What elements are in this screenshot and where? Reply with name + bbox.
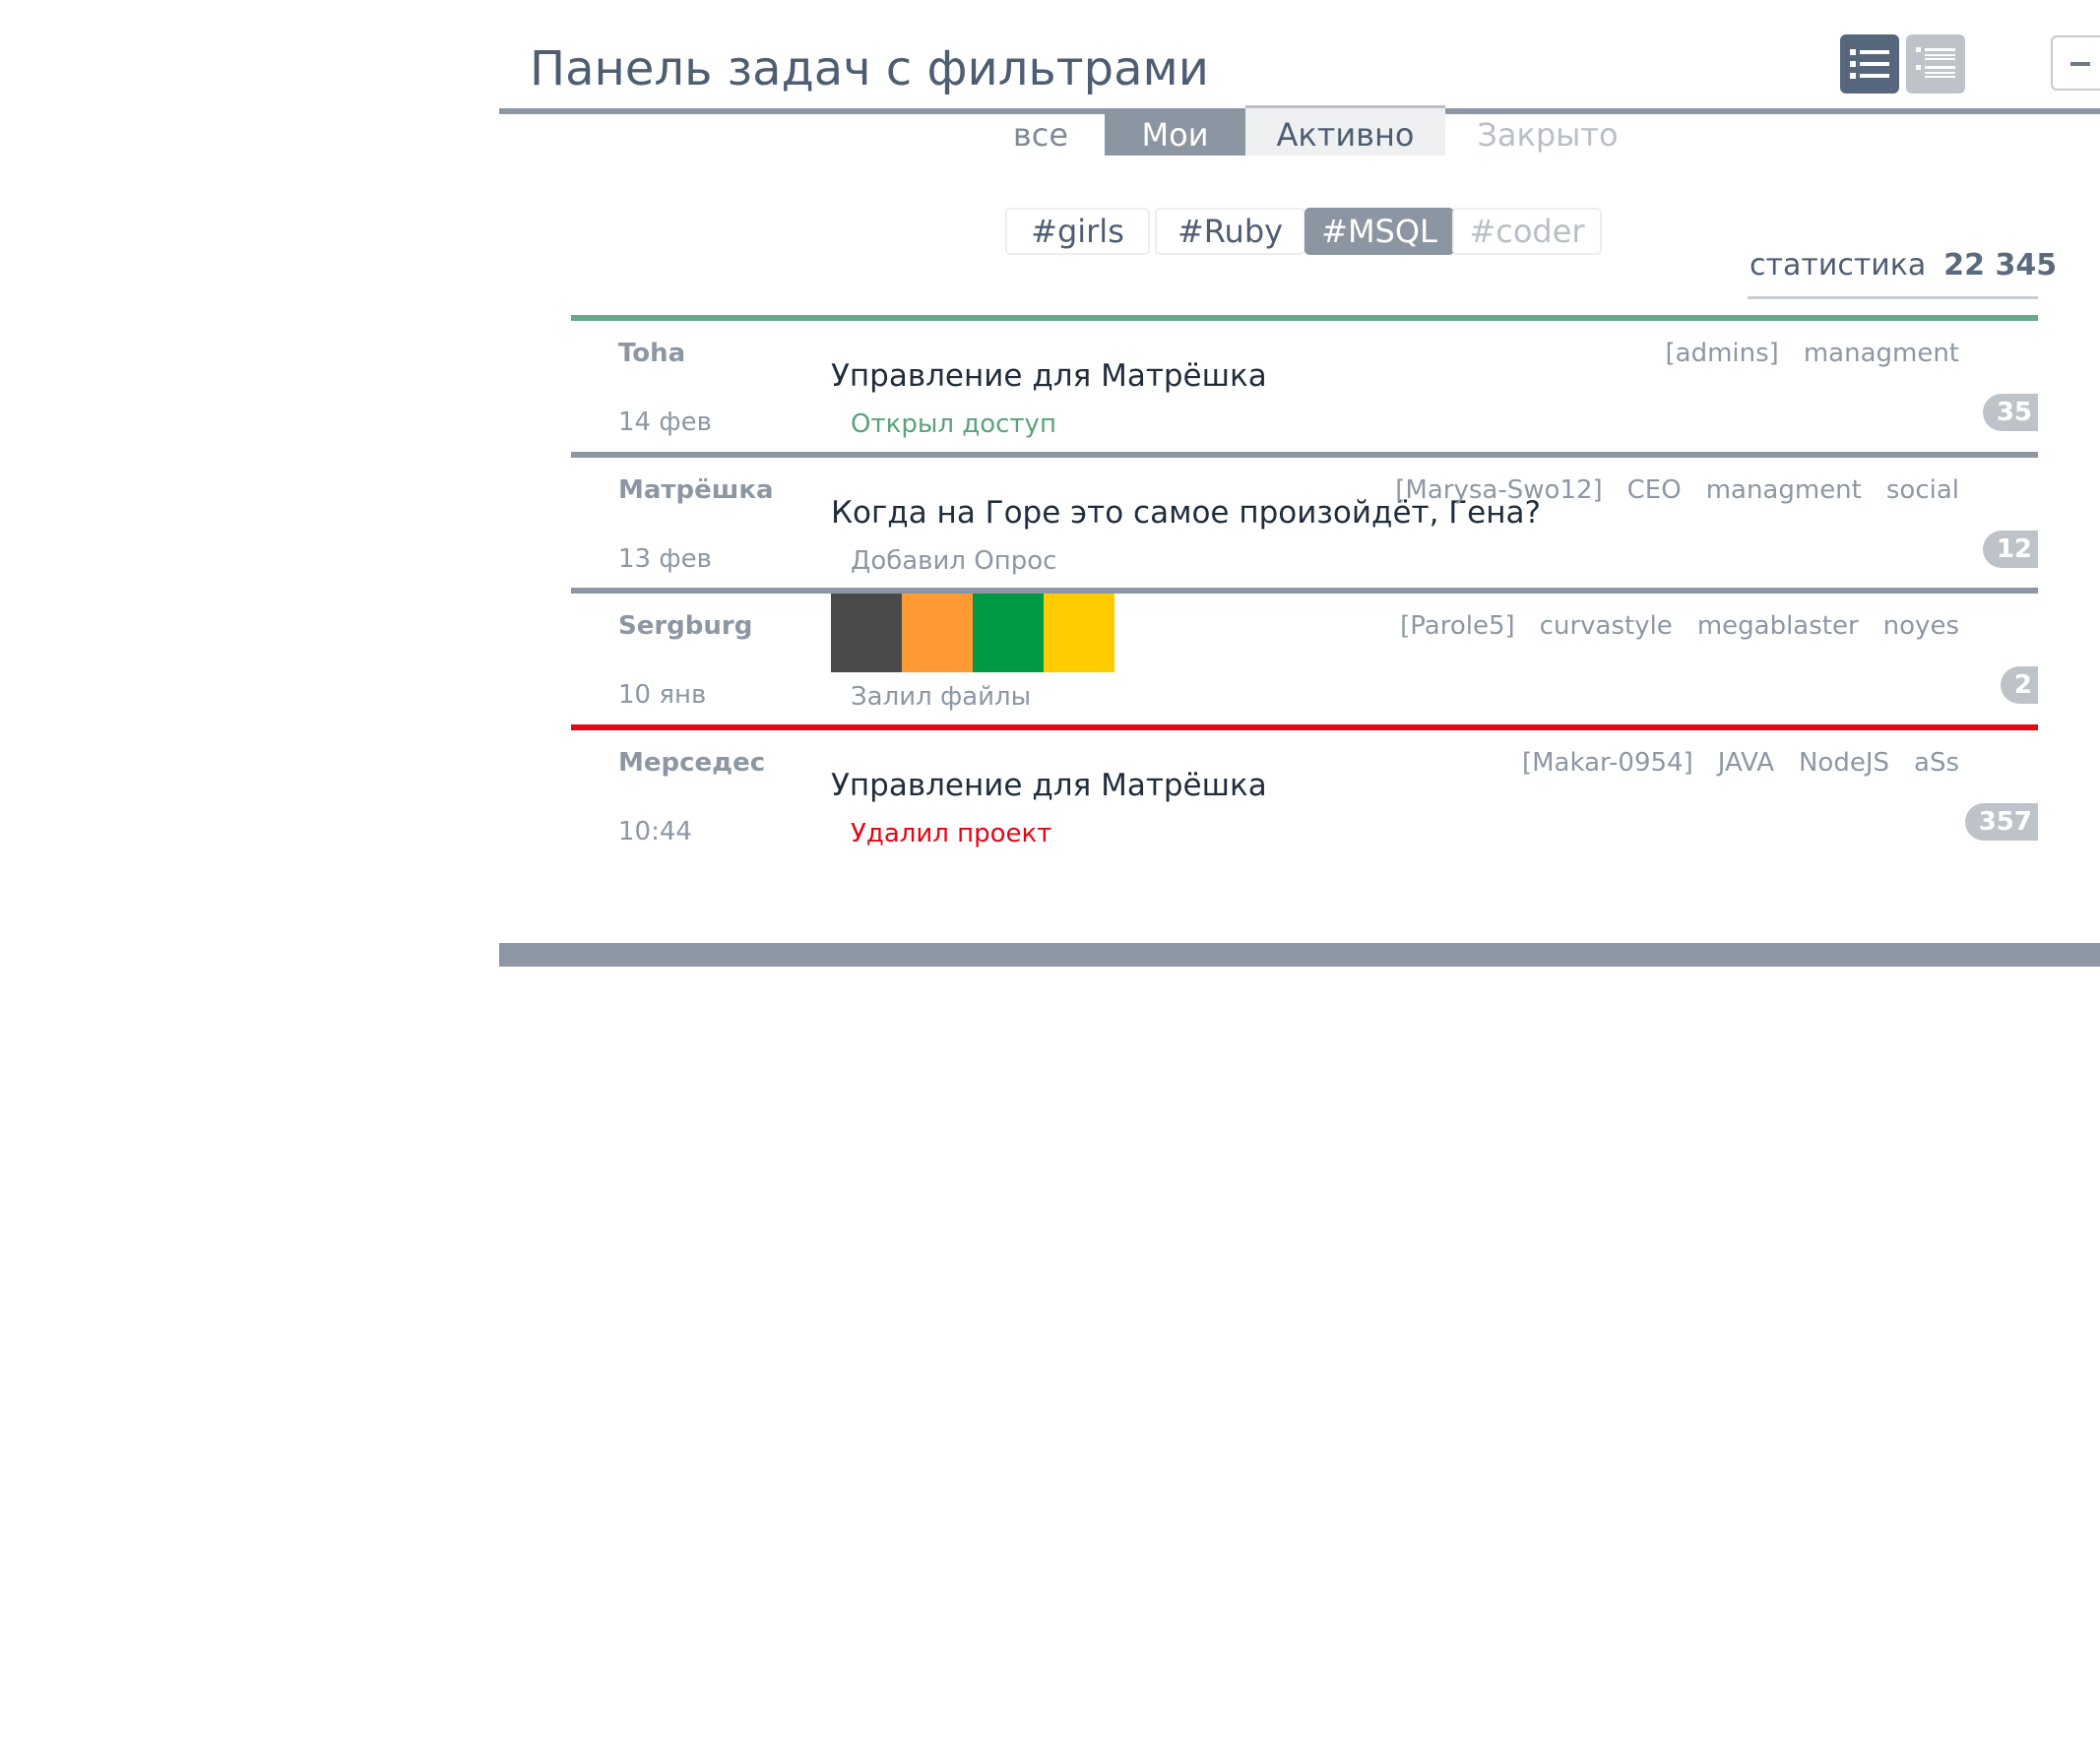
task-tags: [Marysa-Swo12] CEO managment social	[1395, 475, 1959, 505]
task-tag[interactable]: aSs	[1914, 748, 1959, 778]
task-title[interactable]: Управление для Матрёшка	[831, 358, 1267, 394]
task-tag[interactable]: NodeJS	[1799, 748, 1889, 778]
detail-list-icon	[1916, 47, 1955, 78]
task-tag[interactable]: JAVA	[1718, 748, 1774, 778]
list-view-button[interactable]	[1840, 34, 1899, 94]
task-author: Sergburg	[618, 611, 753, 641]
tab-active[interactable]: Активно	[1245, 105, 1445, 156]
task-tag[interactable]: noyes	[1883, 611, 1959, 641]
color-swatch	[831, 594, 902, 672]
task-author: Матрёшка	[618, 475, 774, 505]
task-author: Toha	[618, 339, 686, 368]
task-row[interactable]: Мерседес 10:44 Управление для Матрёшка У…	[571, 724, 2038, 860]
color-swatch	[1044, 594, 1114, 672]
list-icon	[1850, 49, 1889, 79]
task-status-line	[571, 588, 2038, 594]
minimize-button[interactable]	[2051, 35, 2100, 91]
task-date: 10:44	[618, 817, 692, 847]
task-panel: Панель задач с фильтрами все Мои Активно…	[499, 0, 2100, 970]
task-date: 14 фев	[618, 408, 712, 437]
color-swatch	[902, 594, 973, 672]
task-tag[interactable]: CEO	[1627, 475, 1682, 505]
footer-bar	[499, 943, 2100, 967]
hashtag-msql[interactable]: #MSQL	[1305, 208, 1454, 255]
stats-value: 22 345	[1943, 248, 2058, 282]
page-title: Панель задач с фильтрами	[530, 41, 1209, 96]
comment-count-badge: 35	[1982, 394, 2038, 431]
stats-underline	[1748, 296, 2038, 299]
task-tags: [Makar-0954] JAVA NodeJS aSs	[1522, 748, 1959, 778]
comment-count-badge: 357	[1964, 803, 2038, 841]
file-color-swatches[interactable]	[831, 594, 1114, 672]
color-swatch	[973, 594, 1044, 672]
task-tags: [admins] managment	[1666, 339, 1959, 368]
tab-mine[interactable]: Мои	[1105, 108, 1245, 156]
comment-count-badge: 2	[2000, 666, 2038, 704]
task-row[interactable]: Матрёшка 13 фев Когда на Горе это самое …	[571, 452, 2038, 588]
task-tag[interactable]: social	[1886, 475, 1959, 505]
task-author: Мерседес	[618, 748, 766, 778]
stats-link[interactable]: статистика 22 345	[1750, 246, 2057, 285]
task-tag[interactable]: managment	[1706, 475, 1862, 505]
hashtag-coder[interactable]: #coder	[1452, 208, 1602, 255]
task-action: Удалил проект	[851, 819, 1052, 848]
task-tags: [Parole5] curvastyle megablaster noyes	[1400, 611, 1959, 641]
tab-closed[interactable]: Закрыто	[1449, 108, 1646, 156]
task-status-line	[571, 724, 2038, 730]
task-tag[interactable]: [Parole5]	[1400, 611, 1515, 641]
tab-all[interactable]: все	[980, 108, 1102, 156]
minus-icon	[2070, 62, 2090, 66]
hashtag-ruby[interactable]: #Ruby	[1155, 208, 1305, 255]
detail-view-button[interactable]	[1906, 34, 1965, 94]
comment-count-badge: 12	[1982, 531, 2038, 568]
task-row[interactable]: Sergburg 10 янв Залил файлы [Parole5] cu…	[571, 588, 2038, 723]
task-tag[interactable]: curvastyle	[1540, 611, 1673, 641]
task-action: Залил файлы	[851, 682, 1032, 712]
stats-label: статистика	[1750, 248, 1927, 282]
task-tag[interactable]: [Marysa-Swo12]	[1395, 475, 1602, 505]
task-status-line	[571, 315, 2038, 321]
task-title[interactable]: Управление для Матрёшка	[831, 768, 1267, 803]
task-tag[interactable]: managment	[1804, 339, 1959, 368]
task-status-line	[571, 452, 2038, 458]
task-action: Добавил Опрос	[851, 546, 1057, 576]
hashtag-girls[interactable]: #girls	[1005, 208, 1150, 255]
task-date: 13 фев	[618, 544, 712, 574]
task-date: 10 янв	[618, 680, 707, 710]
task-tag[interactable]: [admins]	[1666, 339, 1779, 368]
task-action: Открыл доступ	[851, 409, 1056, 439]
task-tag[interactable]: [Makar-0954]	[1522, 748, 1693, 778]
task-tag[interactable]: megablaster	[1697, 611, 1859, 641]
task-row[interactable]: Toha 14 фев Управление для Матрёшка Откр…	[571, 315, 2038, 451]
